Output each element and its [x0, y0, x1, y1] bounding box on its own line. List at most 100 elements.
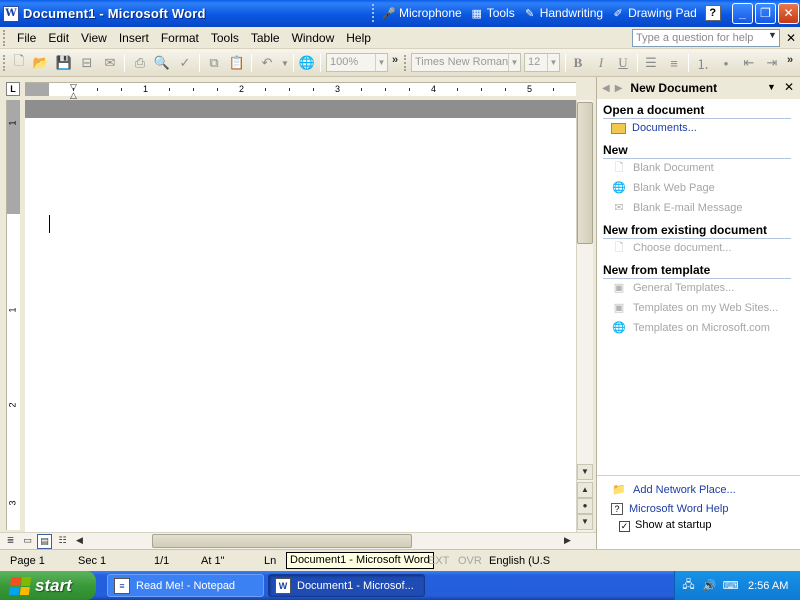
font-size-combobox[interactable]: 12 ▼ — [524, 53, 560, 72]
maximize-button[interactable]: ❐ — [755, 3, 776, 24]
link-choose-document[interactable]: 🗋 Choose document... — [611, 240, 732, 256]
status-ext[interactable]: EXT — [428, 554, 449, 568]
toolbar-grip[interactable] — [404, 55, 408, 71]
scroll-right-button[interactable]: ▶ — [560, 534, 575, 549]
insert-hyperlink-icon[interactable]: 🌐 — [298, 54, 316, 72]
horizontal-scroll-thumb[interactable] — [152, 534, 412, 548]
link-documents[interactable]: Documents... — [611, 120, 697, 136]
show-at-startup-checkbox[interactable]: ✓ — [619, 521, 630, 532]
underline-button[interactable]: U — [614, 54, 632, 72]
new-document-icon[interactable]: 🗋 — [10, 53, 28, 72]
link-templates-web-sites[interactable]: ▣ Templates on my Web Sites... — [611, 300, 779, 316]
paste-icon[interactable]: 📋 — [228, 54, 246, 72]
vertical-scroll-thumb[interactable] — [577, 102, 593, 244]
undo-dropdown-icon[interactable]: ▼ — [276, 54, 294, 72]
link-templates-microsoft[interactable]: 🌐 Templates on Microsoft.com — [611, 320, 770, 336]
back-arrow-icon[interactable]: ◀ — [602, 83, 610, 94]
menu-edit[interactable]: Edit — [42, 28, 75, 48]
permission-icon[interactable]: ⊟ — [78, 54, 96, 72]
toolbar-grip[interactable] — [3, 55, 7, 71]
italic-button[interactable]: I — [592, 54, 610, 72]
menu-tools[interactable]: Tools — [205, 28, 245, 48]
horizontal-scrollbar[interactable]: ≣ ▭ ▤ ☷ ◀ ▶ — [0, 532, 596, 549]
link-general-templates[interactable]: ▣ General Templates... — [611, 280, 735, 296]
open-folder-icon[interactable]: 📂 — [32, 54, 50, 72]
menu-help[interactable]: Help — [340, 28, 377, 48]
forward-arrow-icon[interactable]: ▶ — [615, 83, 623, 94]
link-blank-web-page[interactable]: 🌐 Blank Web Page — [611, 180, 715, 196]
menu-view[interactable]: View — [75, 28, 113, 48]
link-blank-document[interactable]: 🗋 Blank Document — [611, 160, 714, 176]
vertical-scrollbar[interactable]: ▼ ▲ ● ▼ — [576, 100, 593, 532]
numbering-icon[interactable]: ⒈ — [694, 54, 712, 72]
decrease-indent-icon[interactable]: ⇤ — [740, 54, 758, 72]
align-center-icon[interactable]: ≡ — [665, 54, 683, 72]
chevron-down-icon[interactable]: ▼ — [375, 54, 387, 71]
taskbar-button-notepad[interactable]: ≡ Read Me! - Notepad — [107, 574, 264, 597]
chevron-down-icon[interactable]: ▼ — [768, 30, 777, 40]
web-layout-view-icon[interactable]: ▭ — [20, 534, 35, 549]
outline-view-icon[interactable]: ☷ — [55, 534, 70, 549]
link-blank-email[interactable]: ✉ Blank E-mail Message — [611, 200, 742, 216]
horizontal-ruler[interactable]: L ▽ △ 1 2 3 4 5 — [0, 79, 596, 100]
align-left-icon[interactable]: ☰ — [642, 54, 660, 72]
taskbar-button-word[interactable]: W Document1 - Microsof... — [268, 574, 425, 597]
menu-format[interactable]: Format — [155, 28, 205, 48]
tools-button[interactable]: ▦ Tools — [470, 6, 515, 20]
save-icon[interactable]: 💾 — [55, 54, 73, 72]
spelling-icon[interactable]: ✓ — [176, 54, 194, 72]
email-icon[interactable]: ✉ — [101, 54, 119, 72]
task-pane-close-button[interactable]: ✕ — [784, 80, 794, 94]
tab-selector-button[interactable]: L — [6, 82, 20, 96]
start-button[interactable]: start — [0, 571, 96, 600]
language-icon[interactable]: ⌨ — [723, 578, 739, 593]
print-icon[interactable]: ⎙ — [131, 54, 149, 72]
increase-indent-icon[interactable]: ⇥ — [763, 54, 781, 72]
scroll-down-button[interactable]: ▼ — [577, 464, 593, 480]
bold-button[interactable]: B — [569, 54, 587, 72]
toolbar-options-chevron[interactable]: » — [787, 54, 793, 66]
previous-page-button[interactable]: ▲ — [577, 482, 593, 498]
indent-marker[interactable]: ▽ △ — [70, 83, 77, 100]
network-icon[interactable]: 🖧 — [681, 578, 696, 593]
browse-object-button[interactable]: ● — [577, 498, 593, 514]
normal-view-icon[interactable]: ≣ — [3, 534, 18, 549]
chevron-down-icon[interactable]: ▼ — [508, 54, 520, 71]
zoom-combobox[interactable]: 100% ▼ — [326, 53, 388, 72]
word-app-icon[interactable]: W — [3, 5, 19, 22]
menu-insert[interactable]: Insert — [113, 28, 155, 48]
menu-file[interactable]: File — [11, 28, 42, 48]
handwriting-button[interactable]: ✎ Handwriting — [523, 6, 603, 20]
toolbar-options-chevron[interactable]: » — [392, 54, 398, 66]
copy-icon[interactable]: ⧉ — [205, 54, 223, 72]
font-name-combobox[interactable]: Times New Roman ▼ — [411, 53, 521, 72]
vertical-ruler[interactable]: 1 1 2 3 — [6, 100, 20, 530]
title-bar[interactable]: W Document1 - Microsoft Word 🎤 Microphon… — [0, 0, 800, 27]
microphone-button[interactable]: 🎤 Microphone — [382, 6, 462, 20]
menu-window[interactable]: Window — [286, 28, 341, 48]
link-add-network-place[interactable]: 📁 Add Network Place... — [611, 482, 736, 498]
volume-icon[interactable]: 🔊 — [702, 578, 717, 593]
next-page-button[interactable]: ▼ — [577, 514, 593, 530]
task-pane-title[interactable]: New Document — [630, 81, 717, 95]
status-ovr[interactable]: OVR — [458, 554, 482, 568]
language-bar-grip[interactable] — [372, 4, 376, 22]
link-word-help[interactable]: ? Microsoft Word Help — [611, 501, 728, 517]
language-bar-help-icon[interactable]: ? — [704, 5, 721, 21]
undo-icon[interactable]: ↶ — [258, 54, 276, 72]
print-layout-view-icon[interactable]: ▤ — [37, 534, 52, 549]
bullets-icon[interactable]: • — [717, 54, 735, 72]
document-close-button[interactable]: ✕ — [786, 31, 796, 45]
minimize-button[interactable]: _ — [732, 3, 753, 24]
chevron-down-icon[interactable]: ▼ — [767, 82, 776, 92]
menu-table[interactable]: Table — [245, 28, 286, 48]
drawing-pad-button[interactable]: ✐ Drawing Pad — [611, 6, 696, 20]
ruler-strip[interactable]: ▽ △ 1 2 3 4 5 — [25, 82, 576, 100]
print-preview-icon[interactable]: 🔍 — [153, 54, 171, 72]
menu-bar-grip[interactable] — [3, 29, 7, 46]
close-button[interactable]: ✕ — [778, 3, 799, 24]
ask-question-input[interactable]: Type a question for help — [632, 29, 780, 47]
document-page[interactable] — [25, 118, 576, 532]
scroll-left-button[interactable]: ◀ — [72, 534, 87, 549]
clock[interactable]: 2:56 AM — [748, 580, 788, 592]
